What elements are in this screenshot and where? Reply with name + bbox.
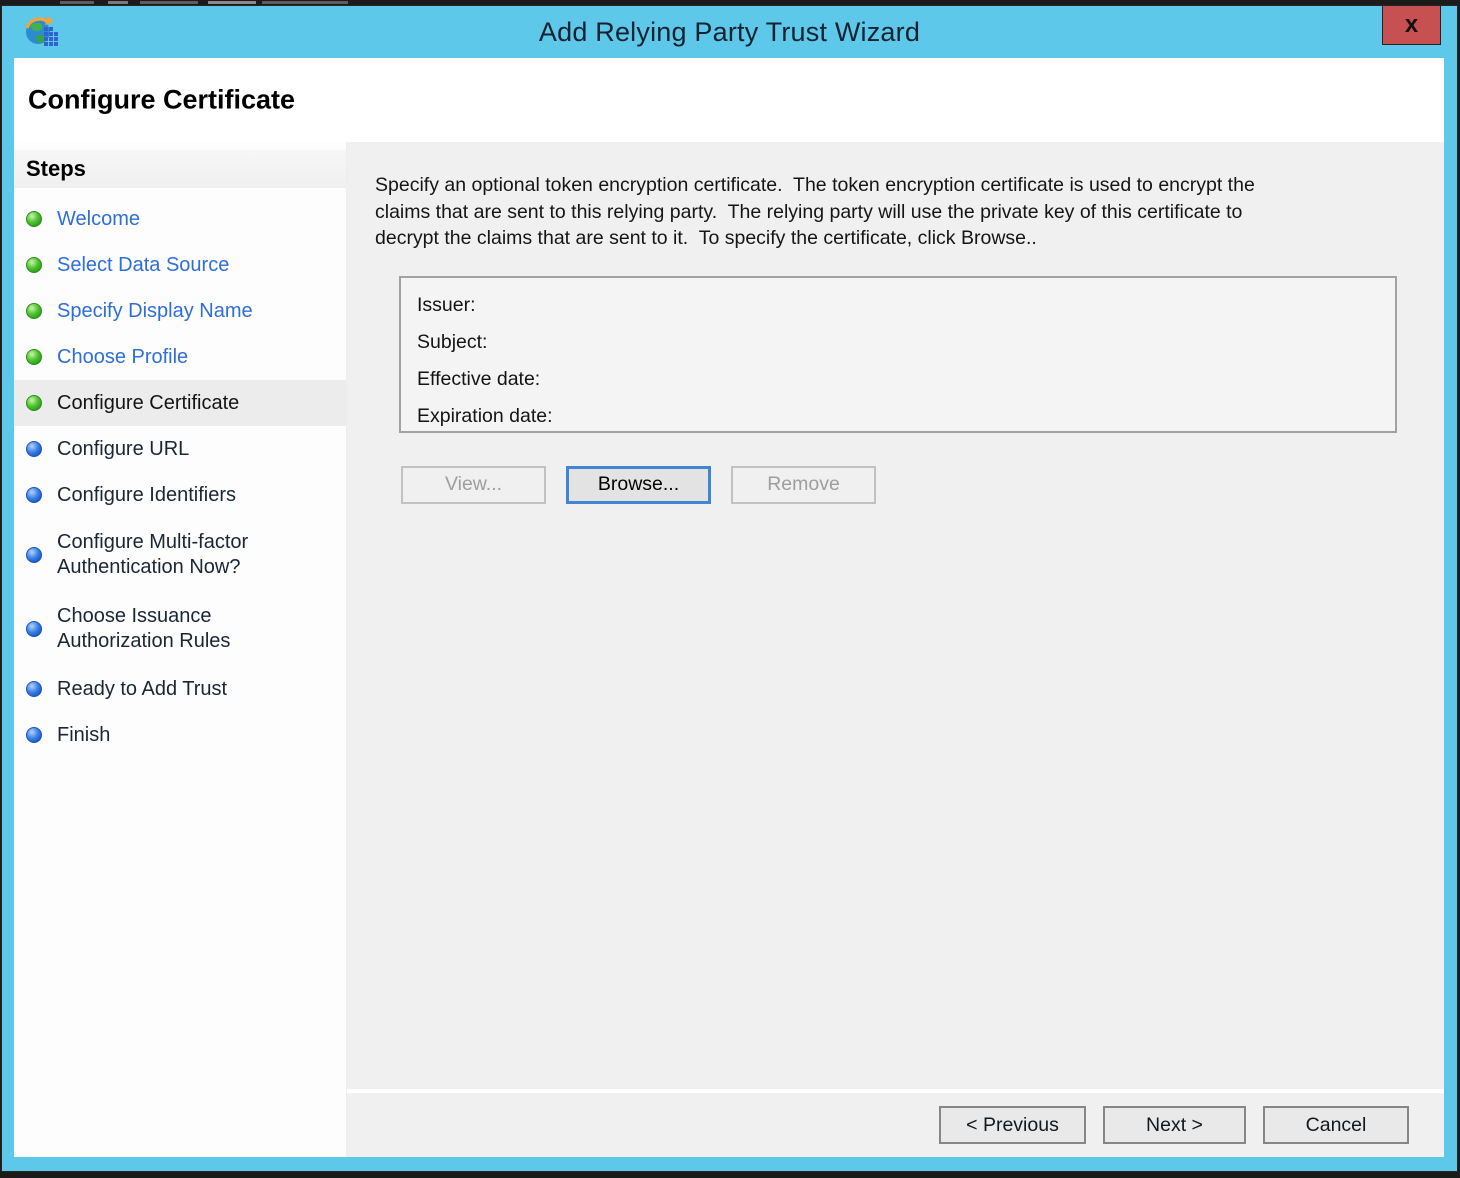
step-item-finish: Finish: [14, 712, 346, 758]
step-item-configure-certificate: Configure Certificate: [14, 380, 346, 426]
page-title: Configure Certificate: [28, 84, 296, 115]
view-button[interactable]: View...: [401, 465, 546, 504]
step-label: Welcome: [57, 207, 140, 230]
certificate-expiration-date-label: Expiration date:: [417, 404, 553, 427]
step-label: Configure URL: [57, 437, 190, 460]
step-upcoming-bullet-icon: [26, 487, 42, 503]
step-label: Configure Multi-factor Authentication No…: [57, 531, 249, 578]
step-label: Choose Issuance Authorization Rules: [57, 605, 231, 652]
step-upcoming-bullet-icon: [26, 681, 42, 697]
step-upcoming-bullet-icon: [26, 547, 42, 563]
main-panel: Specify an optional token encryption cer…: [347, 142, 1444, 1089]
step-label: Choose Profile: [57, 345, 189, 368]
certificate-subject-label: Subject:: [417, 330, 488, 353]
background-window-fragment: [262, 1, 348, 4]
step-item-configure-multi-factor: Configure Multi-factor Authentication No…: [14, 518, 346, 592]
step-done-bullet-icon: [26, 257, 42, 273]
step-done-bullet-icon: [26, 349, 42, 365]
previous-button[interactable]: < Previous: [939, 1106, 1086, 1144]
step-item-choose-profile[interactable]: Choose Profile: [14, 334, 346, 380]
step-item-specify-display-name[interactable]: Specify Display Name: [14, 288, 346, 334]
title-bar: Add Relying Party Trust Wizard x: [2, 5, 1457, 58]
next-button[interactable]: Next >: [1103, 1106, 1246, 1144]
instruction-text: Specify an optional token encryption cer…: [375, 174, 1255, 249]
window-title: Add Relying Party Trust Wizard: [538, 16, 921, 47]
step-upcoming-bullet-icon: [26, 727, 42, 743]
steps-heading: Steps: [14, 150, 346, 190]
background-window-fragment: [140, 1, 198, 4]
desktop-background: Add Relying Party Trust Wizard x Configu…: [0, 0, 1460, 1178]
step-item-configure-identifiers: Configure Identifiers: [14, 472, 346, 518]
certificate-issuer-label: Issuer:: [417, 293, 476, 316]
background-window-fragment: [108, 1, 128, 4]
steps-list: Welcome Select Data Source Specify Displ…: [14, 196, 346, 758]
page-header: Configure Certificate: [14, 58, 1444, 142]
wizard-window: Add Relying Party Trust Wizard x Configu…: [1, 5, 1458, 1172]
step-label: Configure Certificate: [57, 391, 240, 414]
close-button[interactable]: x: [1382, 5, 1441, 45]
step-upcoming-bullet-icon: [26, 441, 42, 457]
step-done-bullet-icon: [26, 303, 42, 319]
step-current-bullet-icon: [26, 395, 42, 411]
step-item-welcome[interactable]: Welcome: [14, 196, 346, 242]
remove-button[interactable]: Remove: [731, 465, 876, 504]
certificate-effective-date-label: Effective date:: [417, 367, 541, 390]
step-item-choose-issuance-rules: Choose Issuance Authorization Rules: [14, 592, 346, 666]
step-label: Ready to Add Trust: [57, 677, 228, 700]
step-item-ready-to-add-trust: Ready to Add Trust: [14, 666, 346, 712]
step-label: Select Data Source: [57, 253, 230, 276]
step-upcoming-bullet-icon: [26, 621, 42, 637]
wizard-body: Configure Certificate Steps Welcome Sele…: [14, 58, 1444, 1157]
step-done-bullet-icon: [26, 211, 42, 227]
steps-sidebar: Steps Welcome Select Data Source Specify…: [14, 142, 346, 1157]
background-window-fragment: [60, 1, 94, 4]
step-item-select-data-source[interactable]: Select Data Source: [14, 242, 346, 288]
footer-button-bar: < Previous Next > Cancel: [347, 1093, 1444, 1157]
cancel-button[interactable]: Cancel: [1263, 1106, 1409, 1144]
browse-button[interactable]: Browse...: [566, 465, 711, 504]
step-label: Configure Identifiers: [57, 483, 236, 506]
step-item-configure-url: Configure URL: [14, 426, 346, 472]
step-label: Specify Display Name: [57, 299, 253, 322]
certificate-details-panel: Issuer: Subject: Effective date: Expirat…: [399, 275, 1397, 433]
background-window-fragment: [208, 1, 256, 4]
step-label: Finish: [57, 723, 111, 746]
